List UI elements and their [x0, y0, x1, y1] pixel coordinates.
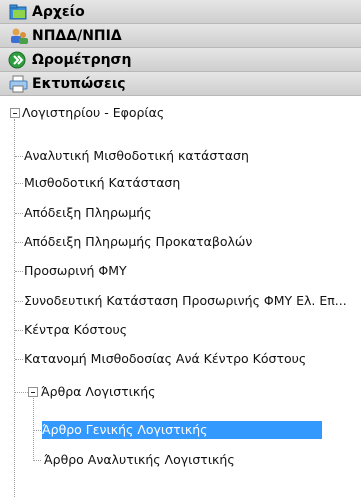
tree-root[interactable]: Λογιστηρίου - Εφορίας	[22, 104, 164, 122]
menu-orometrisi[interactable]: Ωρομέτρηση	[0, 48, 361, 72]
collapse-toggle[interactable]	[28, 387, 38, 397]
tree-item[interactable]: Συνοδευτική Κατάσταση Προσωρινής ΦΜΥ Ελ.…	[24, 292, 347, 310]
tree-line	[15, 156, 23, 157]
folder-icon	[8, 3, 30, 21]
tree-item[interactable]: Μισθοδοτική Κατάσταση	[24, 174, 180, 192]
next-arrow-icon	[8, 51, 30, 69]
tree-item[interactable]: Αναλυτική Μισθοδοτική κατάσταση	[24, 147, 249, 165]
menu-label: Ωρομέτρηση	[32, 51, 132, 68]
tree-item[interactable]: Κέντρα Κόστους	[24, 321, 127, 339]
tree-item[interactable]: Απόδειξη Πληρωμής	[24, 204, 152, 222]
tree-item[interactable]: Απόδειξη Πληρωμής Προκαταβολών	[24, 233, 252, 251]
report-tree: Λογιστηρίου - Εφορίας Αναλυτική Μισθοδοτ…	[0, 96, 361, 497]
menu-ektyposeis[interactable]: Εκτυπώσεις	[0, 72, 361, 96]
collapse-toggle[interactable]	[10, 108, 20, 118]
tree-line	[15, 271, 23, 272]
tree-line	[34, 430, 41, 431]
menu-archeio[interactable]: Αρχείο	[0, 0, 361, 24]
tree-line	[15, 242, 23, 243]
tree-line	[15, 392, 28, 393]
tree-subitem[interactable]: Άρθρο Αναλυτικής Λογιστικής	[44, 451, 235, 469]
tree-line	[15, 330, 23, 331]
tree-line	[15, 213, 23, 214]
tree-item[interactable]: Κατανομή Μισθοδοσίας Ανά Κέντρο Κόστους	[24, 350, 306, 368]
printer-icon	[8, 75, 30, 93]
users-icon	[8, 27, 30, 45]
tree-line	[14, 119, 15, 497]
tree-subitem-selected[interactable]: Άρθρο Γενικής Λογιστικής	[42, 421, 323, 439]
tree-line	[15, 359, 23, 360]
tree-line	[15, 183, 23, 184]
menu-npdd-npid[interactable]: ΝΠΔΔ/ΝΠΙΔ	[0, 24, 361, 48]
menu-label: Αρχείο	[32, 3, 85, 20]
tree-subfolder[interactable]: Άρθρα Λογιστικής	[41, 383, 156, 401]
tree-line	[15, 301, 23, 302]
menu-label: ΝΠΔΔ/ΝΠΙΔ	[32, 27, 122, 44]
tree-line	[34, 460, 41, 461]
menu-label: Εκτυπώσεις	[32, 75, 126, 92]
tree-item[interactable]: Προσωρινή ΦΜΥ	[24, 262, 127, 280]
